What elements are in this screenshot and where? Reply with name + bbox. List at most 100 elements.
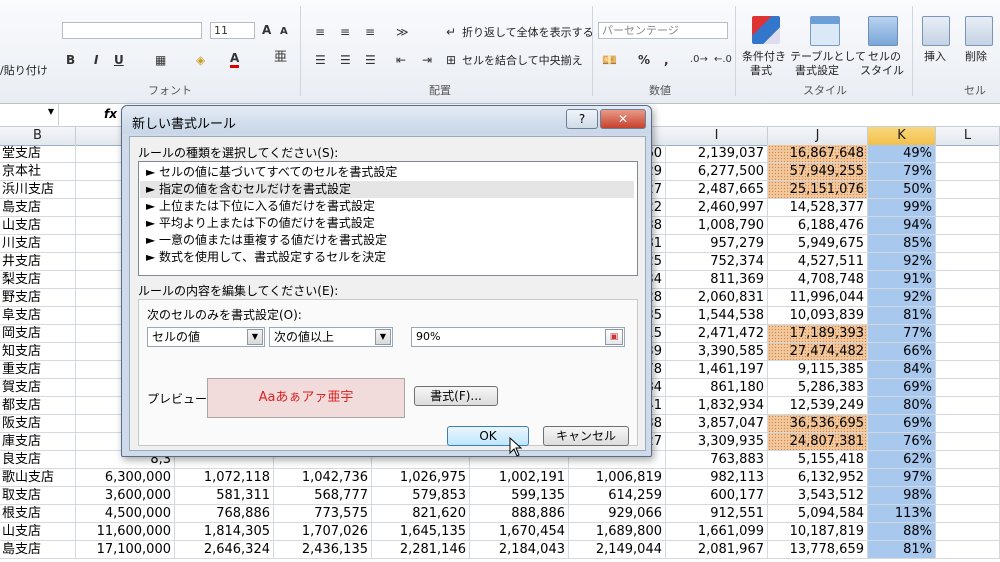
cell-h[interactable]: 614,259	[569, 487, 666, 504]
cell-j[interactable]: 10,187,819	[768, 523, 868, 540]
cell-h[interactable]: 1,006,819	[569, 469, 666, 486]
align-top-icon[interactable]: ≡	[315, 24, 325, 40]
cell-d[interactable]: 1,814,305	[175, 523, 274, 540]
cell-i[interactable]: 2,487,665	[666, 181, 768, 198]
align-bottom-icon[interactable]: ≡	[365, 24, 375, 40]
cell-j[interactable]: 6,132,952	[768, 469, 868, 486]
merge-center-button[interactable]: セルを結合して中央揃え	[462, 52, 583, 68]
cell-b[interactable]: 阪支店	[0, 415, 76, 432]
cell-f[interactable]: 1,645,135	[372, 523, 470, 540]
cell-i[interactable]: 912,551	[666, 505, 768, 522]
cell-l[interactable]	[936, 199, 1000, 216]
currency-icon[interactable]: 💴	[602, 52, 617, 68]
cell-j[interactable]: 13,778,659	[768, 541, 868, 558]
name-box[interactable]: ▼	[0, 104, 59, 125]
cell-l[interactable]	[936, 271, 1000, 288]
cell-k[interactable]: 84%	[868, 361, 936, 378]
close-button[interactable]: ✕	[600, 109, 646, 129]
cell-l[interactable]	[936, 253, 1000, 270]
font-size-combo[interactable]: 11	[210, 22, 255, 39]
cell-i[interactable]: 6,277,500	[666, 163, 768, 180]
cell-j[interactable]: 9,115,385	[768, 361, 868, 378]
cell-b[interactable]: 京本社	[0, 163, 76, 180]
cell-f[interactable]: 821,620	[372, 505, 470, 522]
cell-i[interactable]: 982,113	[666, 469, 768, 486]
cell-j[interactable]: 6,188,476	[768, 217, 868, 234]
cell-e[interactable]: 2,436,135	[274, 541, 372, 558]
cell-b[interactable]: 堂支店	[0, 145, 76, 162]
cell-j[interactable]: 4,527,511	[768, 253, 868, 270]
indent-icon[interactable]: ⇤	[396, 52, 406, 68]
orientation-icon[interactable]: ≫	[396, 24, 409, 40]
cell-b[interactable]: 庫支店	[0, 433, 76, 450]
cell-j[interactable]: 10,093,839	[768, 307, 868, 324]
cell-i[interactable]: 2,471,472	[666, 325, 768, 342]
column-header-j[interactable]: J	[768, 127, 868, 145]
decrease-decimal-icon[interactable]: ←.0	[714, 52, 732, 68]
cell-l[interactable]	[936, 235, 1000, 252]
cell-l[interactable]	[936, 163, 1000, 180]
cell-k[interactable]: 50%	[868, 181, 936, 198]
conditional-format-icon[interactable]	[752, 16, 780, 44]
cell-l[interactable]	[936, 145, 1000, 162]
cell-i[interactable]: 2,060,831	[666, 289, 768, 306]
cell-i[interactable]: 861,180	[666, 379, 768, 396]
cell-i[interactable]: 2,460,997	[666, 199, 768, 216]
font-color-icon[interactable]: A	[230, 52, 240, 68]
cell-j[interactable]: 5,949,675	[768, 235, 868, 252]
wrap-text-button[interactable]: 折り返して全体を表示する	[462, 24, 594, 40]
cell-i[interactable]: 600,177	[666, 487, 768, 504]
cell-k[interactable]: 76%	[868, 433, 936, 450]
cell-j[interactable]: 57,949,255	[768, 163, 868, 180]
grow-font-icon[interactable]: A	[262, 22, 271, 38]
cell-d[interactable]: 2,646,324	[175, 541, 274, 558]
cell-e[interactable]: 1,707,026	[274, 523, 372, 540]
cell-f[interactable]: 2,281,146	[372, 541, 470, 558]
chevron-down-icon[interactable]: ▼	[375, 329, 391, 345]
cell-i[interactable]: 2,081,967	[666, 541, 768, 558]
cell-i[interactable]: 1,544,538	[666, 307, 768, 324]
cell-l[interactable]	[936, 307, 1000, 324]
rule-type-item[interactable]: ► 数式を使用して、書式設定するセルを決定	[140, 249, 634, 266]
cell-b[interactable]: 良支店	[0, 451, 76, 468]
cell-l[interactable]	[936, 541, 1000, 558]
conditional-format-label2[interactable]: 書式	[750, 62, 772, 78]
dialog-title-bar[interactable]: 新しい書式ルール ? ✕	[122, 106, 651, 134]
cell-b[interactable]: 山支店	[0, 523, 76, 540]
cell-k[interactable]: 99%	[868, 199, 936, 216]
align-center-icon[interactable]: ☰	[340, 52, 351, 68]
cell-b[interactable]: 井支店	[0, 253, 76, 270]
chevron-down-icon[interactable]: ▼	[247, 329, 263, 345]
border-icon[interactable]: ▦	[155, 52, 166, 68]
cell-style-label2[interactable]: スタイル	[860, 62, 904, 78]
cell-g[interactable]: 1,670,454	[470, 523, 569, 540]
cell-style-icon[interactable]	[868, 16, 898, 46]
cell-b[interactable]: 取支店	[0, 487, 76, 504]
cell-d[interactable]: 1,072,118	[175, 469, 274, 486]
cell-b[interactable]: 根支店	[0, 505, 76, 522]
cell-l[interactable]	[936, 325, 1000, 342]
column-header-b[interactable]: B	[0, 127, 76, 145]
wrap-text-icon[interactable]: ↵	[446, 24, 456, 40]
cell-h[interactable]: 929,066	[569, 505, 666, 522]
cell-b[interactable]: 梨支店	[0, 271, 76, 288]
cell-f[interactable]: 1,026,975	[372, 469, 470, 486]
cell-b[interactable]: 川支店	[0, 235, 76, 252]
cell-e[interactable]: 568,777	[274, 487, 372, 504]
cell-k[interactable]: 88%	[868, 523, 936, 540]
cell-i[interactable]: 3,309,935	[666, 433, 768, 450]
cell-b[interactable]: 都支店	[0, 397, 76, 414]
align-right-icon[interactable]: ☰	[365, 52, 376, 68]
table-format-icon[interactable]	[810, 16, 840, 46]
help-button[interactable]: ?	[566, 109, 598, 129]
cell-k[interactable]: 94%	[868, 217, 936, 234]
cell-f[interactable]: 579,853	[372, 487, 470, 504]
cell-b[interactable]: 山支店	[0, 217, 76, 234]
cell-j[interactable]: 16,867,648	[768, 145, 868, 162]
cell-h[interactable]: 2,149,044	[569, 541, 666, 558]
align-middle-icon[interactable]: ≡	[340, 24, 350, 40]
cell-d[interactable]: 768,886	[175, 505, 274, 522]
cell-i[interactable]: 1,661,099	[666, 523, 768, 540]
cell-k[interactable]: 66%	[868, 343, 936, 360]
cell-b[interactable]: 野支店	[0, 289, 76, 306]
